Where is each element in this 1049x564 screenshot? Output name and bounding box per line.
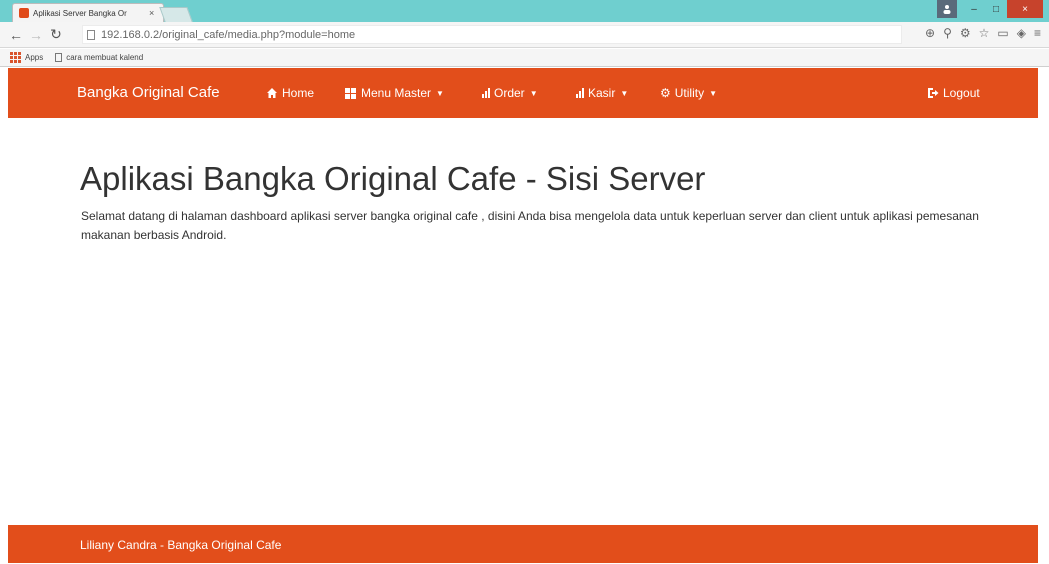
extension-icon[interactable]: ⚙ bbox=[960, 26, 971, 40]
browser-toolbar: ← → ↻ 192.168.0.2/original_cafe/media.ph… bbox=[0, 22, 1049, 48]
caret-down-icon: ▼ bbox=[529, 88, 538, 98]
bookmark-label: cara membuat kalend bbox=[66, 53, 144, 62]
new-tab-button[interactable] bbox=[159, 7, 193, 22]
bookmark-item[interactable]: cara membuat kalend bbox=[55, 53, 143, 62]
toolbar-actions: ⊕ ⚲ ⚙ ☆ ▭ ◈ ≡ bbox=[925, 26, 1041, 40]
bar-chart-icon bbox=[482, 88, 490, 98]
logout-button[interactable]: Logout bbox=[927, 86, 980, 100]
navbar: Bangka Original Cafe Home Menu Master ▼ … bbox=[8, 68, 1038, 118]
logout-label: Logout bbox=[943, 86, 980, 100]
bookmark-apps[interactable]: Apps bbox=[10, 52, 43, 63]
nav-item-label: Home bbox=[282, 86, 315, 100]
logout-icon bbox=[928, 88, 939, 98]
nav-item-label: Utility bbox=[674, 86, 705, 100]
page-icon bbox=[55, 53, 63, 62]
tab-title: Aplikasi Server Bangka Or bbox=[33, 8, 127, 18]
welcome-text: Selamat datang di halaman dashboard apli… bbox=[81, 209, 979, 242]
close-window-button[interactable]: × bbox=[1007, 0, 1043, 18]
back-arrow-icon[interactable]: ← bbox=[6, 27, 26, 43]
nav-item-label: Order bbox=[494, 86, 525, 100]
bookmarks-bar: Apps cara membuat kalend bbox=[0, 49, 1049, 67]
footer-text: Liliany Candra - Bangka Original Cafe bbox=[80, 538, 282, 552]
gear-icon: ⚙ bbox=[660, 86, 671, 100]
apps-grid-icon bbox=[10, 52, 21, 63]
forward-arrow-icon[interactable]: → bbox=[26, 27, 46, 43]
browser-window: Aplikasi Server Bangka Or × – □ × ← → ↻ … bbox=[0, 0, 1049, 564]
menu-icon[interactable]: ≡ bbox=[1034, 26, 1041, 40]
zoom-icon[interactable]: ⊕ bbox=[925, 26, 935, 40]
caret-down-icon: ▼ bbox=[620, 88, 629, 98]
navbar-brand[interactable]: Bangka Original Cafe bbox=[77, 84, 220, 101]
page-title: Aplikasi Bangka Original Cafe - Sisi Ser… bbox=[80, 160, 706, 197]
bookmark-star-icon[interactable]: ☆ bbox=[979, 26, 990, 40]
maximize-button[interactable]: □ bbox=[985, 0, 1007, 18]
minimize-button[interactable]: – bbox=[963, 0, 985, 18]
bookmark-label: Apps bbox=[25, 53, 44, 62]
nav-item-kasir[interactable]: Kasir ▼ bbox=[576, 86, 628, 100]
nav-item-order[interactable]: Order ▼ bbox=[482, 86, 538, 100]
cast-icon[interactable]: ▭ bbox=[997, 26, 1008, 40]
footer: Liliany Candra - Bangka Original Cafe bbox=[8, 525, 1038, 563]
nav-item-menu-master[interactable]: Menu Master ▼ bbox=[345, 86, 444, 100]
tab-close-icon[interactable]: × bbox=[149, 8, 154, 18]
extension-puzzle-icon[interactable]: ◈ bbox=[1017, 26, 1026, 40]
user-profile-icon[interactable] bbox=[937, 0, 957, 18]
reload-icon[interactable]: ↻ bbox=[46, 26, 66, 43]
url-text: 192.168.0.2/original_cafe/media.php?modu… bbox=[101, 28, 356, 41]
nav-item-label: Menu Master bbox=[361, 86, 432, 100]
favicon-icon bbox=[19, 8, 29, 18]
nav-item-home[interactable]: Home bbox=[266, 86, 314, 100]
home-icon bbox=[267, 88, 277, 98]
grid-icon bbox=[345, 87, 356, 99]
browser-tab[interactable]: Aplikasi Server Bangka Or × bbox=[12, 3, 164, 22]
bar-chart-icon bbox=[576, 88, 584, 98]
caret-down-icon: ▼ bbox=[709, 88, 718, 98]
nav-item-utility[interactable]: ⚙ Utility ▼ bbox=[660, 86, 717, 100]
tab-strip: Aplikasi Server Bangka Or × – □ × bbox=[0, 0, 1049, 22]
nav-item-label: Kasir bbox=[588, 86, 616, 100]
location-icon[interactable]: ⚲ bbox=[943, 26, 952, 40]
page-icon bbox=[87, 29, 95, 40]
address-bar[interactable]: 192.168.0.2/original_cafe/media.php?modu… bbox=[82, 25, 902, 44]
window-controls: – □ × bbox=[937, 0, 1043, 18]
caret-down-icon: ▼ bbox=[436, 88, 444, 98]
